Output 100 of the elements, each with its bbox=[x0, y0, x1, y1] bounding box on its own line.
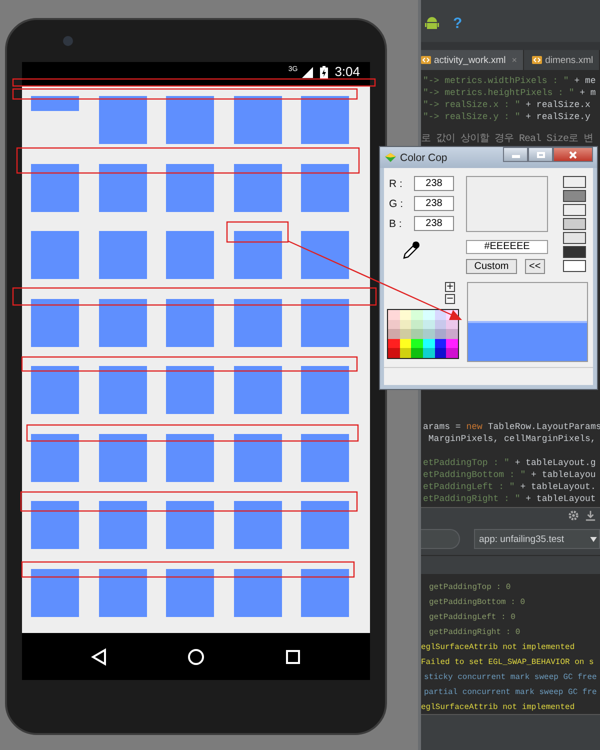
battery-icon bbox=[320, 66, 328, 79]
log-line: eglSurfaceAttrib not implemented bbox=[421, 702, 576, 714]
log-line: partial concurrent mark sweep GC fre bbox=[423, 687, 598, 699]
color-swatch[interactable] bbox=[563, 176, 586, 188]
android-icon[interactable] bbox=[425, 16, 439, 30]
color-swatch[interactable] bbox=[563, 260, 586, 272]
grid-tile bbox=[301, 231, 349, 279]
code-line: etPaddingBottom : " + tableLayou bbox=[422, 469, 597, 481]
log-line: getPaddingBottom : 0 bbox=[428, 597, 526, 609]
grid-tile bbox=[31, 501, 79, 549]
tab-label: activity_work.xml bbox=[434, 54, 506, 66]
hex-field[interactable]: #EEEEEE bbox=[466, 240, 548, 254]
grid-tile bbox=[31, 434, 79, 482]
window-title: Color Cop bbox=[400, 152, 448, 164]
window-button[interactable]: Custom bbox=[466, 259, 517, 274]
grid-tile bbox=[301, 298, 349, 346]
grid-tile bbox=[166, 501, 214, 549]
log-line: sticky concurrent mark sweep GC free bbox=[423, 672, 598, 684]
window-button[interactable]: << bbox=[525, 259, 545, 274]
grid-tile bbox=[98, 568, 146, 616]
grid-tile bbox=[301, 501, 349, 549]
log-line: getPaddingTop : 0 bbox=[428, 582, 512, 594]
editor-tab[interactable]: activity_work.xml × bbox=[421, 50, 524, 70]
code-line: "-> metrics.heightPixels : " + m bbox=[422, 87, 597, 99]
grid-tile bbox=[301, 568, 349, 616]
color-swatch[interactable] bbox=[563, 218, 586, 230]
grid-tile bbox=[234, 164, 282, 212]
grid-tile bbox=[234, 366, 282, 414]
code-line: etPaddingTop : " + tableLayout.g bbox=[422, 457, 597, 469]
gem-icon bbox=[385, 153, 396, 162]
channel-value-field[interactable]: 238 bbox=[414, 196, 454, 211]
code-line: "-> realSize.x : " + realSize.x bbox=[422, 99, 592, 111]
grid-tile bbox=[31, 298, 79, 346]
zoom-button[interactable]: − bbox=[445, 294, 455, 304]
grid-tile bbox=[234, 501, 282, 549]
download-icon[interactable] bbox=[585, 510, 596, 521]
grid-tile bbox=[234, 96, 282, 144]
code-comment: 로 값이 상이할 경우 Real Size로 변 bbox=[421, 134, 594, 146]
grid-tile bbox=[166, 366, 214, 414]
tab-label: dimens.xml bbox=[545, 54, 594, 66]
grid-tile bbox=[31, 164, 79, 212]
filter-field[interactable] bbox=[421, 529, 460, 549]
color-swatch[interactable] bbox=[563, 204, 586, 216]
back-icon[interactable] bbox=[90, 648, 108, 666]
grid-tile bbox=[98, 164, 146, 212]
grid-tile bbox=[98, 434, 146, 482]
grid-tile bbox=[301, 434, 349, 482]
editor-tab[interactable]: dimens.xml bbox=[524, 50, 600, 70]
grid-tile bbox=[31, 96, 79, 111]
grid-tile bbox=[166, 298, 214, 346]
log-line: getPaddingRight : 0 bbox=[428, 627, 522, 639]
grid-tile bbox=[234, 231, 282, 279]
grid-tile bbox=[166, 568, 214, 616]
color-swatch[interactable] bbox=[563, 246, 586, 258]
color-swatch[interactable] bbox=[563, 190, 586, 202]
log-line: eglSurfaceAttrib not implemented bbox=[421, 642, 576, 654]
grid-tile bbox=[234, 298, 282, 346]
grid-tile bbox=[98, 96, 146, 144]
eyedropper-icon[interactable] bbox=[401, 240, 421, 260]
zoom-button[interactable]: + bbox=[445, 282, 455, 292]
grid-tile bbox=[234, 568, 282, 616]
close-icon bbox=[569, 150, 577, 158]
signal-icon bbox=[302, 67, 313, 78]
grid-tile bbox=[98, 366, 146, 414]
grid-tile bbox=[31, 231, 79, 279]
grid-tile bbox=[31, 568, 79, 616]
close-button[interactable] bbox=[553, 147, 593, 162]
annotation-rectangle bbox=[226, 221, 289, 243]
channel-label: B : bbox=[388, 218, 403, 230]
code-line: "-> realSize.y : " + realSize.y bbox=[422, 111, 592, 123]
minimize-button[interactable] bbox=[503, 147, 528, 162]
code-line: "-> metrics.widthPixels : " + me bbox=[422, 75, 597, 87]
xml-file-icon bbox=[532, 55, 542, 65]
grid-tile bbox=[166, 231, 214, 279]
color-swatch[interactable] bbox=[563, 232, 586, 244]
settings-icon[interactable] bbox=[568, 510, 579, 521]
recents-icon[interactable] bbox=[284, 648, 302, 666]
log-line: Failed to set EGL_SWAP_BEHAVIOR on s bbox=[421, 657, 595, 669]
channel-value-field[interactable]: 238 bbox=[414, 176, 454, 191]
camera-icon bbox=[63, 36, 73, 46]
code-line: MarginPixels, cellMarginPixels, bbox=[427, 433, 597, 445]
channel-value-field[interactable]: 238 bbox=[414, 216, 454, 231]
grid-tile bbox=[166, 434, 214, 482]
grid-tile bbox=[234, 434, 282, 482]
log-line: getPaddingLeft : 0 bbox=[428, 612, 516, 624]
channel-label: R : bbox=[388, 178, 404, 190]
channel-label: G : bbox=[388, 198, 404, 210]
grid-tile bbox=[31, 366, 79, 414]
grid-tile bbox=[98, 298, 146, 346]
maximize-button[interactable] bbox=[528, 147, 553, 162]
grid-tile bbox=[98, 231, 146, 279]
grid-tile bbox=[166, 96, 214, 144]
grid-tile bbox=[98, 501, 146, 549]
home-icon[interactable] bbox=[187, 648, 205, 666]
grid-tile bbox=[301, 366, 349, 414]
color-palette[interactable] bbox=[387, 309, 459, 359]
process-dropdown[interactable]: app: unfailing35.test bbox=[474, 529, 600, 549]
help-icon[interactable]: ? bbox=[453, 14, 462, 32]
xml-file-icon bbox=[421, 55, 431, 65]
grid-tile bbox=[166, 164, 214, 212]
